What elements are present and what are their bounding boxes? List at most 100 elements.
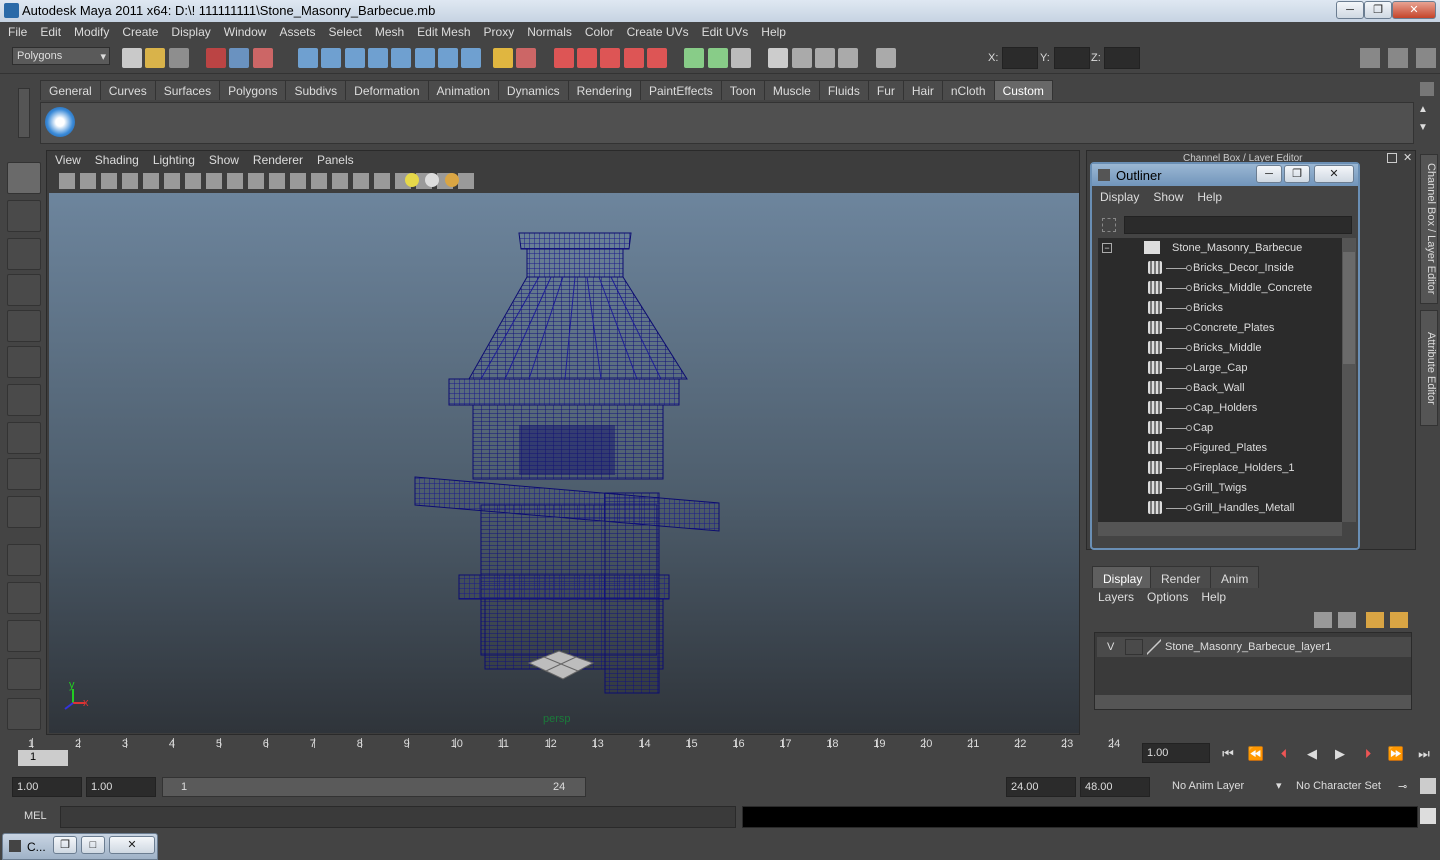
last-tool-icon[interactable] (7, 496, 41, 528)
new-scene-icon[interactable] (122, 48, 142, 68)
anim-layer-dropdown[interactable]: No Anim Layer (1168, 777, 1272, 797)
layer-color-swatch[interactable] (1147, 639, 1161, 655)
snap-grid-icon[interactable] (553, 48, 574, 68)
channel-box-side-tab[interactable]: Channel Box / Layer Editor (1420, 154, 1438, 304)
shelf-tab-polygons[interactable]: Polygons (219, 80, 287, 100)
script-editor-icon[interactable] (1420, 808, 1436, 824)
menu-help[interactable]: Help (753, 22, 791, 39)
soft-modification-icon[interactable] (7, 422, 41, 454)
viewport-menu-show[interactable]: Show (201, 153, 245, 167)
outliner-item[interactable]: Cap_Holders (1098, 398, 1342, 418)
close-panel-icon[interactable]: ✕ (1403, 151, 1412, 164)
menu-display[interactable]: Display (163, 22, 215, 39)
menu-file[interactable]: File (0, 22, 32, 39)
pick-joints-icon[interactable] (321, 48, 342, 68)
maximize-button[interactable]: ❐ (1364, 1, 1392, 19)
shelf-tab-general[interactable]: General (40, 80, 101, 100)
shelf-tab-deformation[interactable]: Deformation (345, 80, 429, 100)
snap-point-icon[interactable] (600, 48, 621, 68)
menu-select[interactable]: Select (320, 22, 366, 39)
menu-create-uvs[interactable]: Create UVs (619, 22, 694, 39)
minimized-restore-button[interactable]: ❐ (53, 836, 77, 854)
outliner-item[interactable]: Grill_Twigs (1098, 478, 1342, 498)
ipr-render-icon[interactable] (814, 48, 835, 68)
menu-color[interactable]: Color (577, 22, 619, 39)
outliner-item[interactable]: Concrete_Plates (1098, 318, 1342, 338)
current-frame-field[interactable]: 1.00 (1142, 743, 1210, 763)
menu-proxy[interactable]: Proxy (476, 22, 520, 39)
menu-assets[interactable]: Assets (271, 22, 320, 39)
viewport-menu-shading[interactable]: Shading (87, 153, 145, 167)
step-back-frame-icon[interactable]: ⏴ (1274, 744, 1294, 764)
open-scene-icon[interactable] (145, 48, 166, 68)
minimized-close-button[interactable]: ✕ (109, 836, 155, 854)
snap-view-plane-icon[interactable] (623, 48, 644, 68)
use-selected-lights-icon[interactable] (445, 173, 459, 187)
step-forward-key-icon[interactable]: ⏩ (1386, 744, 1406, 764)
outliner-item[interactable]: Back_Wall (1098, 378, 1342, 398)
lock-selection-icon[interactable] (492, 48, 513, 68)
minimized-maximize-button[interactable]: □ (81, 836, 105, 854)
persp-graph-layout-icon[interactable] (7, 658, 41, 690)
shelf-tab-rendering[interactable]: Rendering (567, 80, 641, 100)
paint-select-tool-icon[interactable] (7, 238, 41, 270)
key-icon[interactable]: ⊸ (1398, 780, 1414, 794)
perspective-viewport[interactable]: y x persp (49, 193, 1079, 733)
outliner-maximize-button[interactable]: ❐ (1284, 165, 1310, 183)
layer-tab-display[interactable]: Display (1092, 566, 1154, 588)
make-live-icon[interactable] (646, 48, 667, 68)
pick-misc-icon[interactable] (461, 48, 482, 68)
layer-visibility-toggle[interactable]: V (1107, 641, 1114, 653)
shelf-tab-muscle[interactable]: Muscle (763, 80, 820, 100)
pick-curves-icon[interactable] (344, 48, 365, 68)
play-forwards-icon[interactable]: ▶ (1330, 744, 1350, 764)
go-to-start-icon[interactable]: ⏮ (1218, 744, 1238, 764)
playback-start-field[interactable]: 1.00 (86, 777, 156, 797)
render-frame-icon[interactable] (791, 48, 812, 68)
animation-end-field[interactable]: 48.00 (1080, 777, 1150, 797)
range-slider[interactable]: 1 24 (162, 777, 586, 797)
cmd-language-label[interactable]: MEL (24, 810, 47, 822)
shelf-tab-painteffects[interactable]: PaintEffects (639, 80, 722, 100)
select-hierarchy-icon[interactable] (206, 48, 227, 68)
outliner-filter-icon[interactable] (1102, 218, 1116, 232)
shelf-tab-subdivs[interactable]: Subdivs (285, 80, 347, 100)
shelf-scroll-up-icon[interactable]: ▲ (1418, 104, 1430, 116)
layer-menu-layers[interactable]: Layers (1090, 590, 1139, 604)
outliner-search-input[interactable] (1124, 216, 1352, 234)
outliner-minimize-button[interactable]: ─ (1256, 165, 1282, 183)
menu-normals[interactable]: Normals (519, 22, 577, 39)
layer-menu-options[interactable]: Options (1139, 590, 1193, 604)
pick-dynamics-icon[interactable] (414, 48, 435, 68)
trash-icon[interactable] (1420, 82, 1434, 96)
output-ops-icon[interactable] (707, 48, 728, 68)
pick-handles-icon[interactable] (298, 48, 319, 68)
viewport-menu-renderer[interactable]: Renderer (245, 153, 309, 167)
menu-edit-mesh[interactable]: Edit Mesh (409, 22, 475, 39)
y-field[interactable] (1054, 47, 1090, 69)
layer-menu-help[interactable]: Help (1193, 590, 1231, 604)
shelf-tab-dynamics[interactable]: Dynamics (497, 80, 569, 100)
close-button[interactable]: ✕ (1392, 1, 1436, 19)
menu-edit[interactable]: Edit (32, 22, 66, 39)
shelf-tab-surfaces[interactable]: Surfaces (154, 80, 221, 100)
render-settings-icon[interactable] (838, 48, 859, 68)
collapse-icon[interactable]: − (1102, 243, 1112, 253)
outliner-menu-show[interactable]: Show (1145, 190, 1189, 204)
viewport-menu-panels[interactable]: Panels (309, 153, 360, 167)
menu-set-dropdown[interactable]: Polygons ▾ (12, 47, 110, 65)
use-all-lights-icon[interactable] (425, 173, 439, 187)
shelf-tab-curves[interactable]: Curves (99, 80, 156, 100)
playback-end-field[interactable]: 24.00 (1006, 777, 1076, 797)
outliner-scroll-thumb[interactable] (1343, 252, 1355, 364)
select-object-icon[interactable] (229, 48, 250, 68)
pick-surfaces-icon[interactable] (368, 48, 389, 68)
step-back-key-icon[interactable]: ⏪ (1246, 744, 1266, 764)
input-ops-icon[interactable] (684, 48, 705, 68)
shelf-tab-hair[interactable]: Hair (902, 80, 943, 100)
hypershade-layout-icon[interactable] (7, 698, 41, 730)
snap-curve-icon[interactable] (576, 48, 597, 68)
z-field[interactable] (1104, 47, 1140, 69)
move-tool-icon[interactable] (7, 274, 41, 306)
outliner-title-bar[interactable]: Outliner ─ ❐ ✕ (1092, 164, 1358, 186)
